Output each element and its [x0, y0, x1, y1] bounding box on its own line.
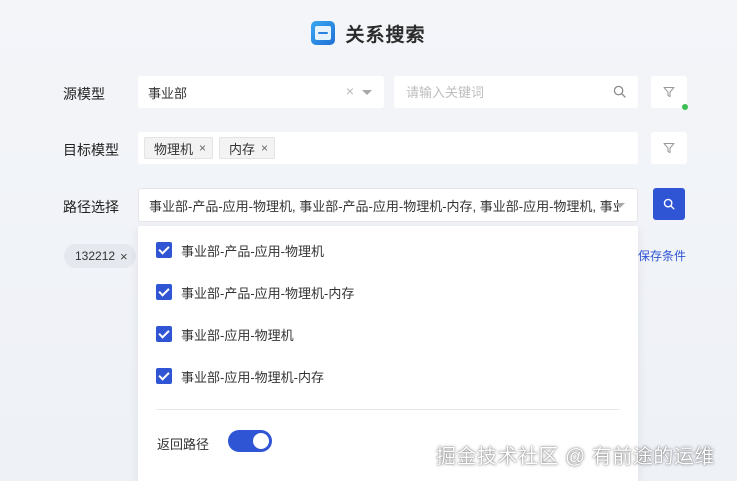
- source-model-value: 事业部: [148, 85, 188, 101]
- target-tag-physical-machine: 物理机 ×: [144, 137, 214, 159]
- source-model-label: 源模型: [63, 86, 105, 102]
- filter-icon: [663, 87, 675, 97]
- target-model-label: 目标模型: [63, 142, 119, 158]
- option-label: 事业部-应用-物理机: [181, 327, 294, 343]
- checkbox-checked-icon[interactable]: [156, 326, 172, 342]
- option-label: 事业部-产品-应用-物理机-内存: [181, 285, 355, 301]
- search-icon[interactable]: [613, 85, 626, 98]
- source-model-select[interactable]: 事业部 ×: [138, 76, 384, 108]
- keyword-search-field[interactable]: [394, 76, 638, 108]
- chip-close-icon[interactable]: ×: [120, 249, 128, 264]
- page-header: 关系搜索: [0, 16, 737, 50]
- toggle-knob: [253, 433, 269, 449]
- path-option[interactable]: 事业部-应用-物理机-内存: [156, 366, 324, 386]
- clear-icon[interactable]: ×: [346, 83, 354, 99]
- panel-icon: [311, 21, 336, 45]
- checkbox-checked-icon[interactable]: [156, 368, 172, 384]
- status-dot: [682, 104, 688, 110]
- target-tag-memory: 内存 ×: [219, 137, 276, 159]
- tag-close-icon[interactable]: ×: [199, 141, 206, 155]
- option-label: 事业部-应用-物理机-内存: [181, 369, 324, 385]
- checkbox-checked-icon[interactable]: [156, 284, 172, 300]
- chevron-down-icon[interactable]: [615, 203, 625, 208]
- page-title: 关系搜索: [345, 24, 426, 46]
- return-path-label: 返回路径: [157, 437, 210, 452]
- path-option[interactable]: 事业部-应用-物理机: [156, 324, 294, 344]
- tag-close-icon[interactable]: ×: [261, 141, 268, 155]
- watermark: 掘金技术社区 @ 有前途的运维: [436, 446, 715, 468]
- save-condition-link[interactable]: 保存条件: [638, 247, 686, 264]
- path-select-value: 事业部-产品-应用-物理机, 事业部-产品-应用-物理机-内存, 事业部-应用-…: [149, 198, 619, 214]
- filter-icon: [663, 143, 675, 153]
- path-option[interactable]: 事业部-产品-应用-物理机-内存: [156, 282, 354, 302]
- checkbox-checked-icon[interactable]: [156, 242, 172, 258]
- tag-label: 内存: [229, 141, 256, 157]
- search-icon: [663, 198, 675, 210]
- search-button[interactable]: [653, 188, 685, 220]
- divider: [156, 409, 620, 410]
- target-filter-button[interactable]: [651, 132, 687, 164]
- target-model-select[interactable]: 物理机 × 内存 ×: [138, 132, 638, 164]
- tag-label: 物理机: [154, 141, 194, 157]
- keyword-input[interactable]: [406, 84, 606, 100]
- chevron-down-icon[interactable]: [362, 90, 372, 95]
- path-option[interactable]: 事业部-产品-应用-物理机: [156, 240, 324, 260]
- saved-condition-chip[interactable]: 132212 ×: [64, 244, 136, 268]
- path-selection-label: 路径选择: [63, 199, 119, 215]
- path-select[interactable]: 事业部-产品-应用-物理机, 事业部-产品-应用-物理机-内存, 事业部-应用-…: [138, 188, 638, 222]
- source-filter-button[interactable]: [651, 76, 687, 108]
- return-path-toggle[interactable]: [228, 430, 272, 452]
- option-label: 事业部-产品-应用-物理机: [181, 243, 324, 259]
- chip-label: 132212: [75, 249, 116, 263]
